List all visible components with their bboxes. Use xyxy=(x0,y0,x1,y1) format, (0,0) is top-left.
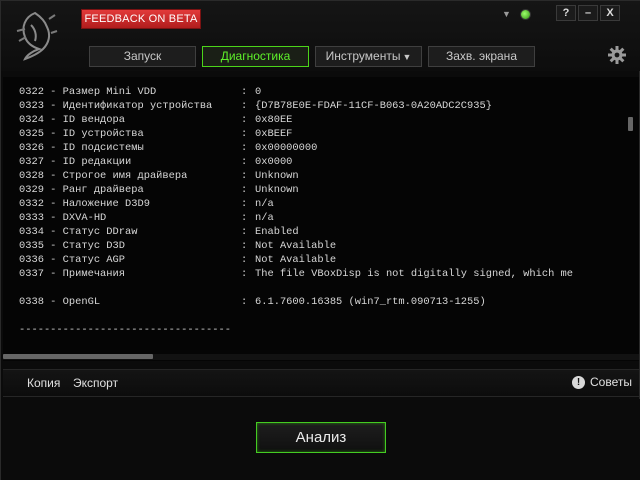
log-value: 0x0000 xyxy=(255,156,293,168)
log-value: The file VBoxDisp is not digitally signe… xyxy=(255,268,574,280)
log-key: ---------------------------------- xyxy=(19,324,232,336)
log-key: 0332 - Наложение D3D9 xyxy=(19,198,150,210)
log-key: 0334 - Статус DDraw xyxy=(19,226,138,238)
log-text: 0322 - Размер Mini VDD:0 0323 - Идентифик… xyxy=(19,85,615,337)
log-value: Unknown xyxy=(255,184,299,196)
log-separator: : xyxy=(241,170,248,182)
status-dropdown-caret-icon[interactable]: ▼ xyxy=(502,9,511,19)
close-button[interactable]: X xyxy=(600,5,620,21)
log-separator: : xyxy=(241,212,248,224)
log-line: 0324 - ID вендора:0x80EE xyxy=(19,113,615,127)
log-key: 0333 - DXVA-HD xyxy=(19,212,107,224)
log-value: 0xBEEF xyxy=(255,128,293,140)
log-value: Enabled xyxy=(255,226,299,238)
log-separator: : xyxy=(241,254,248,266)
minimize-button[interactable]: – xyxy=(578,5,598,21)
gear-icon[interactable] xyxy=(607,45,627,65)
log-key: 0337 - Примечания xyxy=(19,268,126,280)
diagnostics-log-panel[interactable]: 0322 - Размер Mini VDD:0 0323 - Идентифик… xyxy=(3,77,639,361)
window-controls: ? – X xyxy=(556,5,620,21)
razer-logo-icon xyxy=(16,11,58,61)
tab-tools[interactable]: Инструменты ▼ xyxy=(315,46,422,67)
main-tabs: Запуск Диагностика Инструменты ▼ Захв. эк… xyxy=(89,46,535,67)
log-value: Unknown xyxy=(255,170,299,182)
log-value: 0 xyxy=(255,86,262,98)
log-separator: : xyxy=(241,114,248,126)
log-value: n/a xyxy=(255,198,274,210)
header: FEEDBACK ON BETA ▼ ? – X Запуск Диагност… xyxy=(1,1,640,71)
log-value: Not Available xyxy=(255,240,337,252)
log-separator: : xyxy=(241,268,248,280)
chevron-down-icon: ▼ xyxy=(402,52,412,62)
log-key: 0323 - Идентификатор устройства xyxy=(19,100,213,112)
log-key: 0328 - Строгое имя драйвера xyxy=(19,170,188,182)
horizontal-scrollbar-thumb[interactable] xyxy=(3,354,153,359)
log-value: Not Available xyxy=(255,254,337,266)
log-line: 0323 - Идентификатор устройства: {D7B78E0… xyxy=(19,99,615,113)
log-key: 0322 - Размер Mini VDD xyxy=(19,86,157,98)
log-key: 0327 - ID редакции xyxy=(19,156,132,168)
log-line: 0322 - Размер Mini VDD:0 xyxy=(19,85,615,99)
log-value: 0x00000000 xyxy=(255,142,318,154)
footer: Анализ xyxy=(1,399,640,480)
log-value: 0x80EE xyxy=(255,114,293,126)
log-key: 0335 - Статус D3D xyxy=(19,240,126,252)
copy-button[interactable]: Копия xyxy=(27,376,60,390)
log-separator: : xyxy=(241,296,248,308)
log-separator: : xyxy=(241,142,248,154)
info-icon: ! xyxy=(572,375,585,389)
log-line: 0326 - ID подсистемы:0x00000000 xyxy=(19,141,615,155)
analyze-button[interactable]: Анализ xyxy=(256,422,386,453)
log-separator: : xyxy=(241,184,248,196)
tab-tools-label: Инструменты xyxy=(325,49,401,63)
log-line: ---------------------------------- xyxy=(19,323,615,337)
feedback-button[interactable]: FEEDBACK ON BETA xyxy=(81,9,201,29)
log-separator: : xyxy=(241,240,248,252)
log-separator: : xyxy=(241,198,248,210)
log-value: 6.1.7600.16385 (win7_rtm.090713-1255) xyxy=(255,296,486,308)
log-line: 0332 - Наложение D3D9: n/a xyxy=(19,197,615,211)
app-window: FEEDBACK ON BETA ▼ ? – X Запуск Диагност… xyxy=(0,0,640,480)
bottom-toolbar: Копия Экспорт ! Советы xyxy=(3,369,639,397)
log-line: 0334 - Статус DDraw: Enabled xyxy=(19,225,615,239)
log-line: 0327 - ID редакции:0x0000 xyxy=(19,155,615,169)
tab-screen-capture[interactable]: Захв. экрана xyxy=(428,46,535,67)
log-key: 0329 - Ранг драйвера xyxy=(19,184,144,196)
export-button[interactable]: Экспорт xyxy=(73,376,118,390)
log-separator: : xyxy=(241,128,248,140)
log-line: 0335 - Статус D3D: Not Available xyxy=(19,239,615,253)
log-line: 0338 - OpenGL:6.1.7600.16385 (win7_rtm.0… xyxy=(19,295,615,309)
log-key: 0338 - OpenGL xyxy=(19,296,101,308)
log-value: {D7B78E0E-FDAF-11CF-B063-0A20ADC2C935} xyxy=(255,100,492,112)
tips-label: Советы xyxy=(590,375,632,389)
log-line: 0336 - Статус AGP: Not Available xyxy=(19,253,615,267)
status-dot-icon xyxy=(520,9,531,20)
tab-diagnostics[interactable]: Диагностика xyxy=(202,46,309,67)
log-line: 0337 - Примечания: The file VBoxDisp is n… xyxy=(19,267,615,281)
tips-button[interactable]: ! Советы xyxy=(572,375,632,389)
log-value: n/a xyxy=(255,212,274,224)
vertical-scrollbar-thumb[interactable] xyxy=(628,117,633,131)
log-line: 0329 - Ранг драйвера: Unknown xyxy=(19,183,615,197)
log-key: 0336 - Статус AGP xyxy=(19,254,126,266)
log-line: 0333 - DXVA-HD: n/a xyxy=(19,211,615,225)
log-line: 0328 - Строгое имя драйвера: Unknown xyxy=(19,169,615,183)
log-key: 0326 - ID подсистемы xyxy=(19,142,144,154)
log-separator: : xyxy=(241,100,248,112)
log-separator: : xyxy=(241,156,248,168)
log-separator: : xyxy=(241,226,248,238)
log-key: 0325 - ID устройства xyxy=(19,128,144,140)
tab-launch[interactable]: Запуск xyxy=(89,46,196,67)
log-separator: : xyxy=(241,86,248,98)
help-button[interactable]: ? xyxy=(556,5,576,21)
log-line: 0325 - ID устройства:0xBEEF xyxy=(19,127,615,141)
log-key: 0324 - ID вендора xyxy=(19,114,126,126)
